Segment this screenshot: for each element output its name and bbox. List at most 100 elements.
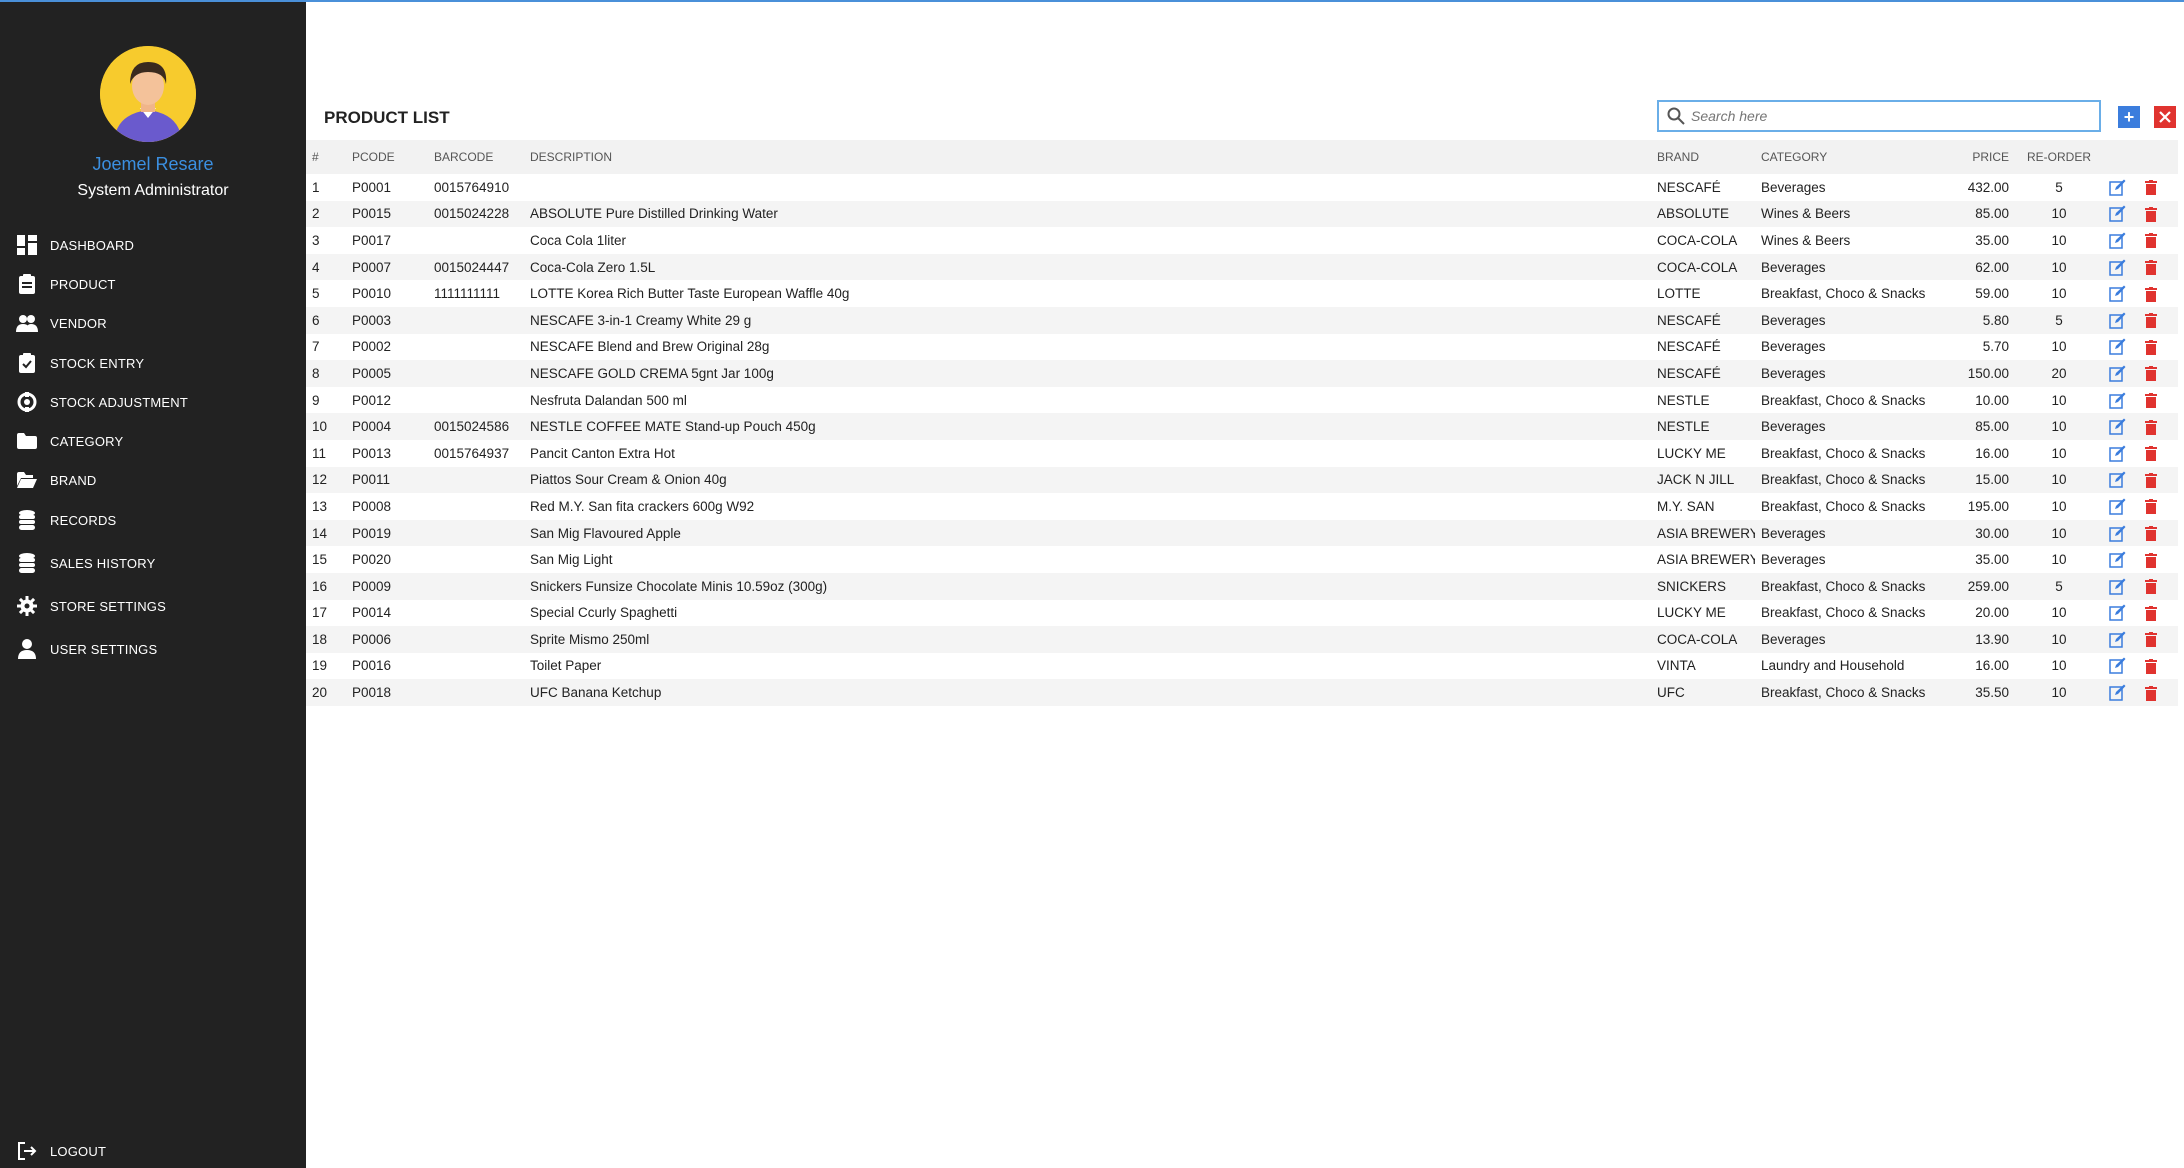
trash-icon[interactable] — [2145, 366, 2157, 382]
table-row[interactable]: 12 P0011 Piattos Sour Cream & Onion 40g JAC… — [306, 466, 2178, 494]
table-row[interactable]: 17 P0014 Special Ccurly Spaghetti LUCKY ME B… — [306, 600, 2178, 627]
cell-edit — [2103, 679, 2139, 706]
edit-icon[interactable] — [2109, 285, 2126, 302]
table-row[interactable]: 7 P0002 NESCAFE Blend and Brew Original 28… — [306, 334, 2178, 361]
trash-icon[interactable] — [2145, 233, 2157, 249]
sidebar-item-brand[interactable]: BRAND — [16, 465, 97, 495]
column-header-number[interactable]: # — [306, 140, 346, 174]
table-row[interactable]: 8 P0005 NESCAFE GOLD CREMA 5gnt Jar 100g NE… — [306, 360, 2178, 387]
cell-reorder: 10 — [2051, 658, 2067, 674]
trash-icon[interactable] — [2145, 579, 2157, 595]
stock-entry-icon — [16, 352, 38, 374]
edit-icon[interactable] — [2109, 657, 2126, 675]
cell-price: 16.00 — [1975, 445, 2009, 461]
trash-icon[interactable] — [2145, 472, 2157, 488]
edit-icon[interactable] — [2109, 445, 2126, 462]
trash-icon[interactable] — [2145, 632, 2157, 648]
sidebar-item-sales-history[interactable]: SALES HISTORY — [16, 548, 155, 578]
column-header-reorder[interactable]: RE-ORDER — [2015, 140, 2103, 174]
sidebar-item-store-settings[interactable]: STORE SETTINGS — [16, 591, 166, 621]
edit-icon[interactable] — [2109, 205, 2126, 223]
table-row[interactable]: 6 P0003 NESCAFE 3-in-1 Creamy White 29 g NE… — [306, 306, 2178, 334]
table-row[interactable]: 10 P0004 0015024586 NESTLE COFFEE MATE Stan… — [306, 413, 2178, 440]
edit-icon[interactable] — [2109, 604, 2126, 622]
sidebar-item-vendor[interactable]: VENDOR — [16, 308, 107, 338]
trash-icon[interactable] — [2145, 286, 2157, 302]
sidebar-item-user-settings[interactable]: USER SETTINGS — [16, 634, 157, 664]
trash-icon[interactable] — [2145, 605, 2157, 621]
trash-icon[interactable] — [2145, 313, 2157, 329]
trash-icon[interactable] — [2145, 260, 2157, 276]
sidebar-item-label: STOCK ENTRY — [50, 355, 145, 371]
column-header-category[interactable]: CATEGORY — [1755, 140, 1941, 174]
table-row[interactable]: 4 P0007 0015024447 Coca-Cola Zero 1.5L COCA-… — [306, 253, 2178, 281]
close-button[interactable] — [2154, 106, 2176, 128]
trash-icon[interactable] — [2145, 658, 2157, 674]
column-header-barcode[interactable]: BARCODE — [428, 140, 524, 174]
cell-pcode: P0011 — [346, 466, 428, 494]
edit-icon[interactable] — [2109, 232, 2126, 249]
search-box[interactable] — [1657, 100, 2101, 132]
table-row[interactable]: 20 P0018 UFC Banana Ketchup UFC Breakfast, C… — [306, 679, 2178, 706]
logout-button[interactable]: LOGOUT — [16, 1136, 106, 1166]
cell-barcode — [428, 227, 524, 254]
trash-icon[interactable] — [2145, 525, 2157, 541]
sidebar-item-product[interactable]: PRODUCT — [16, 269, 116, 299]
trash-icon[interactable] — [2145, 446, 2157, 462]
table-row[interactable]: 16 P0009 Snickers Funsize Chocolate Minis … — [306, 572, 2178, 600]
cell-barcode — [428, 653, 524, 680]
edit-icon[interactable] — [2109, 551, 2126, 568]
column-header-brand[interactable]: BRAND — [1651, 140, 1755, 174]
table-row[interactable]: 1 P0001 0015764910 NESCAFÉ Beverages 432.00 5 — [306, 174, 2178, 201]
cell-delete — [2139, 360, 2178, 387]
trash-icon[interactable] — [2145, 419, 2157, 435]
sidebar-item-records[interactable]: RECORDS — [16, 505, 116, 535]
cell-number: 2 — [306, 200, 346, 228]
table-row[interactable]: 5 P0010 1111111111 LOTTE Korea Rich Butter … — [306, 280, 2178, 307]
sidebar-item-stock-entry[interactable]: STOCK ENTRY — [16, 348, 144, 378]
table-row[interactable]: 9 P0012 Nesfruta Dalandan 500 ml NESTLE Brea… — [306, 387, 2178, 414]
cell-brand: JACK N JILL — [1651, 466, 1755, 494]
trash-icon[interactable] — [2145, 339, 2157, 355]
table-row[interactable]: 15 P0020 San Mig Light ASIA BREWERY Beverage… — [306, 546, 2178, 573]
edit-icon[interactable] — [2109, 338, 2126, 356]
column-header-description[interactable]: DESCRIPTION — [524, 140, 1651, 174]
table-row[interactable]: 18 P0006 Sprite Mismo 250ml COCA-COLA Bevera… — [306, 626, 2178, 653]
table-row[interactable]: 2 P0015 0015024228 ABSOLUTE Pure Distilled … — [306, 200, 2178, 228]
table-row[interactable]: 19 P0016 Toilet Paper VINTA Laundry and Hous… — [306, 653, 2178, 680]
column-header-price[interactable]: PRICE — [1941, 140, 2015, 174]
trash-icon[interactable] — [2145, 206, 2157, 222]
edit-icon[interactable] — [2109, 179, 2126, 196]
cell-price: 30.00 — [1941, 519, 2015, 547]
table-row[interactable]: 3 P0017 Coca Cola 1liter COCA-COLA Wines & B… — [306, 227, 2178, 254]
edit-icon[interactable] — [2109, 498, 2126, 515]
trash-icon[interactable] — [2145, 552, 2157, 568]
edit-icon[interactable] — [2109, 418, 2126, 435]
edit-icon[interactable] — [2109, 259, 2126, 276]
sidebar-item-category[interactable]: CATEGORY — [16, 426, 123, 456]
trash-icon[interactable] — [2145, 393, 2157, 409]
search-input[interactable] — [1689, 107, 2093, 125]
table-row[interactable]: 13 P0008 Red M.Y. San fita crackers 600g W… — [306, 493, 2178, 520]
trash-icon[interactable] — [2145, 499, 2157, 515]
cell-brand: NESCAFÉ — [1657, 179, 1721, 195]
sidebar-item-stock-adjustment[interactable]: STOCK ADJUSTMENT — [16, 387, 188, 417]
cell-edit — [2103, 174, 2139, 201]
edit-icon[interactable] — [2109, 365, 2126, 382]
cell-reorder: 10 — [2015, 200, 2103, 228]
trash-icon[interactable] — [2145, 180, 2157, 196]
add-product-button[interactable]: + — [2118, 106, 2140, 128]
edit-icon[interactable] — [2109, 471, 2126, 489]
column-header-pcode[interactable]: PCODE — [346, 140, 428, 174]
edit-icon[interactable] — [2109, 312, 2126, 329]
cell-number: 20 — [306, 679, 346, 706]
edit-icon[interactable] — [2109, 631, 2126, 648]
trash-icon[interactable] — [2145, 685, 2157, 701]
edit-icon[interactable] — [2109, 392, 2126, 409]
edit-icon[interactable] — [2109, 525, 2126, 542]
edit-icon[interactable] — [2109, 684, 2126, 701]
table-row[interactable]: 11 P0013 0015764937 Pancit Canton Extra Hot… — [306, 440, 2178, 467]
table-row[interactable]: 14 P0019 San Mig Flavoured Apple ASIA BREWE… — [306, 519, 2178, 547]
sidebar-item-dashboard[interactable]: DASHBOARD — [16, 230, 134, 260]
edit-icon[interactable] — [2109, 578, 2126, 595]
